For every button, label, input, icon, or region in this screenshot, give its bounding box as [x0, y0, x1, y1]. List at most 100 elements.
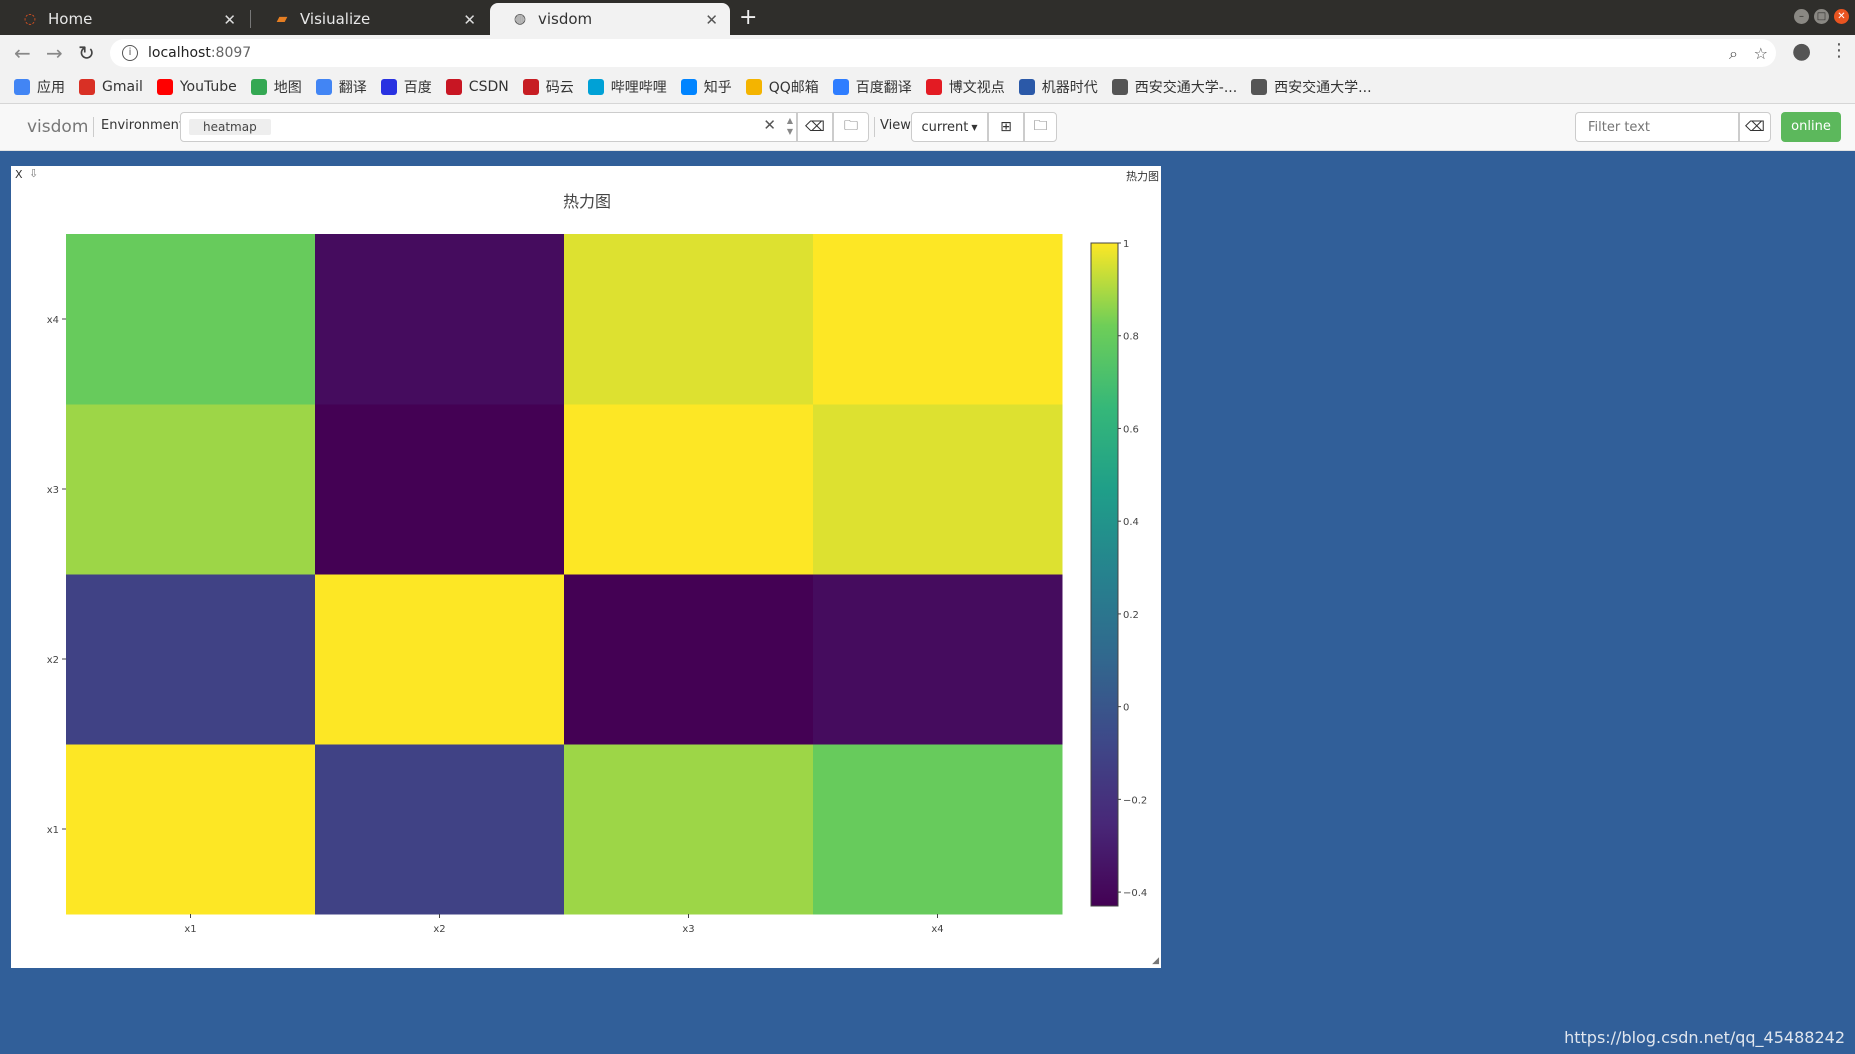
view-select[interactable]: current ▼: [911, 112, 988, 142]
online-status-button[interactable]: online: [1781, 112, 1841, 142]
bookmark-item[interactable]: 码云: [522, 77, 574, 97]
menu-dots-icon[interactable]: ⋮: [1830, 40, 1848, 61]
bookmark-item[interactable]: 百度: [380, 77, 432, 97]
resize-handle-icon[interactable]: ◢: [1152, 956, 1159, 966]
colorbar-tick-label: 0.4: [1123, 517, 1139, 528]
close-icon[interactable]: ✕: [463, 11, 476, 29]
bookmark-label: 地图: [273, 80, 302, 96]
divider: [874, 117, 875, 137]
tab-visdom[interactable]: ◍ visdom ✕: [490, 3, 730, 35]
tab-home[interactable]: ◌ Home ✕: [0, 3, 248, 35]
colorbar-tick-label: 0.6: [1123, 424, 1139, 435]
repack-button[interactable]: ⊞: [988, 112, 1024, 142]
site-info-icon[interactable]: i: [122, 45, 138, 61]
zoom-icon[interactable]: ⌕: [1729, 44, 1738, 64]
bookmark-label: 码云: [545, 80, 574, 96]
heatmap-cell: [315, 234, 565, 405]
colorbar-tick-label: 1: [1123, 239, 1129, 250]
globe-icon: [1251, 79, 1268, 95]
profile-icon[interactable]: ●: [1792, 39, 1811, 64]
colorbar-tick-label: 0.8: [1123, 332, 1139, 343]
folder-icon: 🗀: [844, 118, 858, 134]
close-icon[interactable]: ✕: [705, 11, 718, 29]
close-icon[interactable]: ✕: [223, 11, 236, 29]
bookmark-item[interactable]: YouTube: [156, 79, 237, 95]
new-tab-icon[interactable]: +: [739, 5, 757, 30]
x-tick-label: x1: [184, 924, 196, 935]
heatmap-cell: [66, 404, 316, 575]
view-select-value: current: [921, 119, 969, 135]
bookmark-item[interactable]: 应用: [14, 77, 65, 97]
manage-env-button[interactable]: 🗀: [833, 112, 869, 142]
heatmap-cell: [564, 234, 814, 405]
manage-views-button[interactable]: 🗀: [1024, 112, 1057, 142]
bookmark-item[interactable]: Gmail: [79, 79, 143, 95]
environment-select[interactable]: heatmap ✕ ▲ ▼: [180, 112, 797, 142]
y-axis: x1 x2 x3 x4: [47, 315, 66, 836]
eraser-icon: ⌫: [1745, 119, 1765, 135]
forward-icon[interactable]: →: [46, 41, 63, 65]
x-axis: x1 x2 x3 x4: [184, 914, 944, 935]
heatmap-chart[interactable]: 热力图 x1 x2 x3 x4 x1 x2 x3 x4 1 0.8 0.6 0.4 0.2 0 −0.2…: [11, 166, 1161, 968]
minimize-icon[interactable]: –: [1794, 9, 1809, 24]
maximize-icon[interactable]: □: [1814, 9, 1829, 24]
heatmap-cell: [813, 744, 1063, 915]
chart-title: 热力图: [563, 192, 611, 211]
filter-input[interactable]: [1575, 112, 1739, 142]
eraser-button[interactable]: ⌫: [797, 112, 833, 142]
bookmark-item[interactable]: 博文视点: [925, 77, 1005, 97]
bookmark-item[interactable]: 机器时代: [1018, 77, 1098, 97]
divider: [93, 117, 94, 137]
tab-strip: ◌ Home ✕ ▰ Visiualize ✕ ◍ visdom ✕ + – □…: [0, 0, 1855, 35]
bookmark-label: 西安交通大学-...: [1134, 80, 1238, 96]
apps-grid-icon: [14, 79, 30, 95]
qqmail-icon: [745, 79, 762, 95]
ubuntu-icon: ◌: [23, 11, 37, 27]
bookmark-label: 西安交通大学...: [1274, 80, 1372, 96]
tab-label: Home: [48, 10, 93, 28]
bilibili-icon: [587, 79, 604, 95]
book-icon: ▰: [276, 11, 288, 27]
heatmap-cell: [315, 574, 565, 745]
bookmark-label: 应用: [37, 80, 65, 96]
heatmap-cell: [564, 574, 814, 745]
heatmap-cell: [315, 744, 565, 915]
heatmap-cell: [66, 744, 316, 915]
globe-icon: ◍: [513, 11, 527, 27]
bookmark-label: 博文视点: [948, 80, 1005, 96]
bookmark-label: 百度: [403, 80, 432, 96]
spinner-icon[interactable]: ▲ ▼: [787, 115, 793, 137]
back-icon[interactable]: ←: [14, 41, 31, 65]
eraser-icon: ⌫: [805, 119, 825, 135]
browser-toolbar: ← → ↻ i localhost:8097 ⌕ ☆ ● ⋮: [0, 35, 1855, 71]
clear-icon[interactable]: ✕: [763, 116, 776, 134]
zhihu-icon: [680, 79, 697, 95]
bookmark-item[interactable]: 翻译: [315, 77, 367, 97]
bookmark-item[interactable]: 百度翻译: [832, 77, 912, 97]
heatmap-cell: [813, 234, 1063, 405]
maps-icon: [250, 79, 267, 95]
bookmark-item[interactable]: 西安交通大学...: [1251, 77, 1372, 97]
tab-divider: [250, 10, 251, 28]
filter-clear-button[interactable]: ⌫: [1739, 112, 1771, 142]
environment-chip[interactable]: heatmap: [189, 119, 271, 135]
bookmark-item[interactable]: 地图: [250, 77, 302, 97]
plot-pane[interactable]: X ⇩ 热力图 热力图 x1 x2 x3 x4 x1 x2 x3 x4 1 0.8 0.6 0.4…: [11, 166, 1161, 968]
x-tick-label: x4: [931, 924, 943, 935]
bookmark-item[interactable]: 西安交通大学-...: [1111, 77, 1238, 97]
bookmark-item[interactable]: 哔哩哔哩: [587, 77, 667, 97]
visdom-brand[interactable]: visdom: [27, 117, 88, 137]
star-icon[interactable]: ☆: [1754, 44, 1768, 63]
address-bar[interactable]: i localhost:8097 ⌕ ☆: [110, 39, 1776, 67]
bookmark-item[interactable]: 知乎: [680, 77, 732, 97]
x-tick-label: x3: [682, 924, 694, 935]
colorbar-tick-label: −0.2: [1123, 795, 1147, 806]
bookmark-item[interactable]: CSDN: [445, 79, 509, 95]
tab-visiualize[interactable]: ▰ Visiualize ✕: [252, 3, 488, 35]
bookmark-item[interactable]: QQ邮箱: [745, 77, 819, 97]
caret-down-icon: ▼: [971, 122, 978, 132]
y-tick-label: x4: [47, 315, 59, 326]
colorbar-tick-label: −0.4: [1123, 888, 1147, 899]
reload-icon[interactable]: ↻: [78, 41, 95, 65]
window-close-icon[interactable]: ✕: [1834, 9, 1849, 24]
